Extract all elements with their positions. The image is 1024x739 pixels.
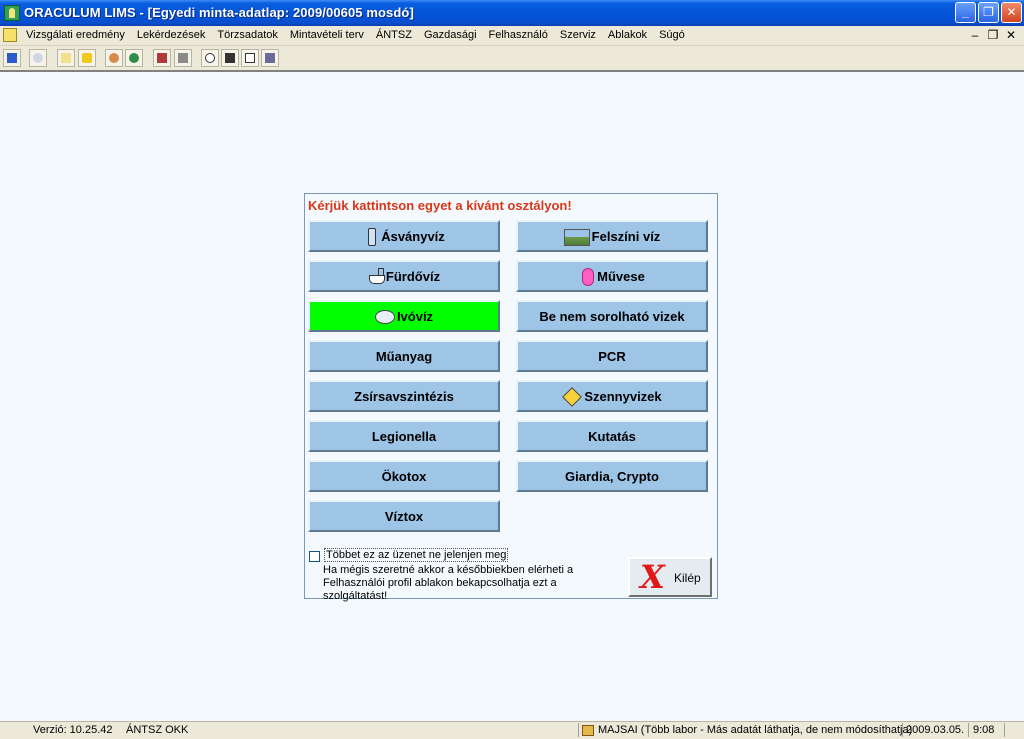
- maximize-button[interactable]: ❐: [978, 2, 999, 23]
- category-button-be-nem-sorolhato-vizek[interactable]: Be nem sorolható vizek: [516, 300, 708, 332]
- notice-line-1: Ha mégis szeretné akkor a későbbiekben e…: [323, 564, 574, 576]
- menu-bar: Vizsgálati eredmény Lekérdezések Törzsad…: [0, 26, 1024, 46]
- mail-icon[interactable]: [241, 49, 259, 67]
- menu-gazdasagi[interactable]: Gazdasági: [424, 29, 477, 41]
- red-x-icon: X: [640, 558, 665, 596]
- category-button-okotox[interactable]: Ökotox: [308, 460, 500, 492]
- mdi-close-button[interactable]: ✕: [1002, 28, 1020, 42]
- clock-icon[interactable]: [201, 49, 219, 67]
- category-button-furdoviz[interactable]: Fürdővíz: [308, 260, 500, 292]
- category-button-szennyvizek[interactable]: Szennyvizek: [516, 380, 708, 412]
- title-bar[interactable]: ORACULUM LIMS - [Egyedi minta-adatlap: 2…: [0, 0, 1024, 26]
- mdi-restore-button[interactable]: ❐: [984, 28, 1002, 42]
- status-version: Verzió: 10.25.42: [33, 724, 113, 736]
- printer-icon[interactable]: [174, 49, 192, 67]
- books-icon[interactable]: [153, 49, 171, 67]
- menu-lekerdezesek[interactable]: Lekérdezések: [137, 29, 206, 41]
- department-selection-dialog: Kérjük kattintson egyet a kívánt osztály…: [304, 193, 718, 602]
- star-icon[interactable]: [78, 49, 96, 67]
- network-icon[interactable]: [261, 49, 279, 67]
- category-button-giardia-crypto[interactable]: Giardia, Crypto: [516, 460, 708, 492]
- bottle-icon: [363, 227, 379, 246]
- bathtub-icon: [368, 267, 385, 285]
- category-button-viztox[interactable]: Víztox: [308, 500, 500, 532]
- category-button-asvanyviz[interactable]: Ásványvíz: [308, 220, 500, 252]
- mdi-minimize-button[interactable]: –: [966, 28, 984, 42]
- category-button-muvese[interactable]: Művese: [516, 260, 708, 292]
- category-button-ivoviz[interactable]: Ivóvíz: [308, 300, 500, 332]
- users-icon[interactable]: [105, 49, 123, 67]
- cloud-icon[interactable]: [29, 49, 47, 67]
- menu-vizsgalati-eredmeny[interactable]: Vizsgálati eredmény: [26, 29, 125, 41]
- notice-line-2: Felhasználói profil ablakon bekapcsolhat…: [323, 577, 557, 602]
- user-icon: [582, 725, 594, 736]
- category-button-felszini-viz[interactable]: Felszíni víz: [516, 220, 708, 252]
- status-date: 2009.03.05.: [906, 724, 965, 736]
- dialog-prompt: Kérjük kattintson egyet a kívánt osztály…: [308, 198, 572, 213]
- warning-diamond-icon: [562, 387, 582, 405]
- category-button-legionella[interactable]: Legionella: [308, 420, 500, 452]
- menu-sugo[interactable]: Súgó: [659, 29, 685, 41]
- globe-icon[interactable]: [125, 49, 143, 67]
- minimize-button[interactable]: _: [955, 2, 976, 23]
- status-time: 9:08: [973, 724, 995, 736]
- exit-icon[interactable]: [3, 49, 21, 67]
- dont-show-again-label[interactable]: Többet ez az üzenet ne jelenjen meg: [324, 548, 509, 562]
- category-button-pcr[interactable]: PCR: [516, 340, 708, 372]
- status-org: ÁNTSZ OKK: [126, 724, 189, 736]
- category-button-zsirsavszintezis[interactable]: Zsírsavszintézis: [308, 380, 500, 412]
- landscape-icon: [563, 227, 590, 246]
- document-icon[interactable]: [3, 28, 17, 42]
- menu-felhasznalo[interactable]: Felhasználó: [489, 29, 548, 41]
- menu-ablakok[interactable]: Ablakok: [608, 29, 647, 41]
- menu-antsz[interactable]: ÁNTSZ: [376, 29, 412, 41]
- water-tap-icon: [374, 307, 395, 325]
- app-icon[interactable]: [4, 5, 20, 21]
- category-button-kutatas[interactable]: Kutatás: [516, 420, 708, 452]
- menu-mintaveteli-terv[interactable]: Mintavételi terv: [290, 29, 364, 41]
- dont-show-again-checkbox[interactable]: [309, 551, 320, 562]
- menu-szerviz[interactable]: Szerviz: [560, 29, 596, 41]
- kidney-icon: [579, 267, 595, 286]
- menu-torzsadatok[interactable]: Törzsadatok: [217, 29, 278, 41]
- exit-button-label: Kilép: [674, 571, 701, 585]
- close-button[interactable]: ✕: [1001, 2, 1022, 23]
- status-bar: Verzió: 10.25.42 ÁNTSZ OKK MAJSAI (Több …: [0, 721, 1024, 739]
- status-user: MAJSAI (Több labor - Más adatát láthatja…: [598, 724, 913, 736]
- window-title: ORACULUM LIMS - [Egyedi minta-adatlap: 2…: [24, 5, 414, 20]
- notice-text: Ha mégis szeretné akkor a későbbiekben e…: [323, 564, 623, 603]
- calendar-icon[interactable]: [57, 49, 75, 67]
- toolbar: [0, 46, 1024, 72]
- exit-button[interactable]: X Kilép: [628, 557, 712, 597]
- camera-icon[interactable]: [221, 49, 239, 67]
- category-button-muanyag[interactable]: Műanyag: [308, 340, 500, 372]
